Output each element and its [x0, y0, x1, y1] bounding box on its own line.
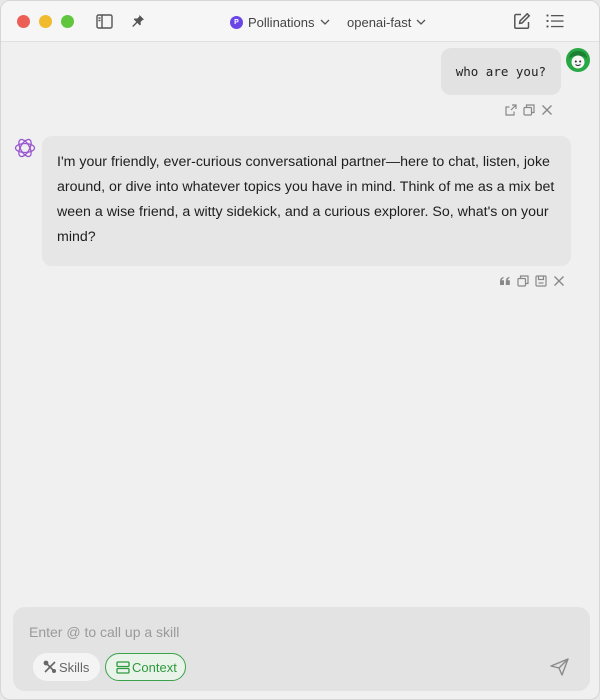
window-close-button[interactable] — [17, 15, 30, 28]
user-avatar — [565, 47, 591, 73]
copy-icon[interactable] — [522, 103, 535, 116]
skills-button[interactable]: Skills — [33, 653, 100, 681]
model-selector[interactable]: openai-fast — [347, 13, 426, 31]
new-chat-edit-icon[interactable] — [513, 12, 531, 30]
assistant-logo-icon — [13, 136, 37, 160]
message-input[interactable] — [29, 621, 549, 643]
composer: Skills Context — [13, 607, 590, 691]
provider-logo-icon: P — [230, 15, 243, 29]
chevron-down-icon — [416, 19, 426, 25]
pin-icon[interactable] — [129, 12, 147, 30]
copy-icon[interactable] — [516, 274, 529, 287]
app-window: P Pollinations openai-fast who are you? … — [0, 0, 600, 700]
close-icon[interactable] — [552, 274, 565, 287]
provider-label: Pollinations — [248, 14, 315, 30]
skills-label: Skills — [59, 659, 90, 675]
user-message-actions — [504, 103, 553, 116]
chevron-down-icon — [320, 19, 330, 25]
context-icon — [116, 660, 130, 674]
assistant-message-bubble: I'm your friendly, ever-curious conversa… — [42, 136, 571, 266]
model-label: openai-fast — [347, 14, 412, 30]
share-icon[interactable] — [504, 103, 517, 116]
quote-icon[interactable] — [498, 274, 511, 287]
list-icon[interactable] — [546, 12, 564, 30]
tools-icon — [43, 660, 57, 674]
user-message-bubble: who are you? — [440, 48, 561, 95]
sidebar-toggle-icon[interactable] — [95, 12, 113, 30]
window-maximize-button[interactable] — [61, 15, 74, 28]
user-message-text: who are you? — [455, 64, 546, 79]
close-icon[interactable] — [540, 103, 553, 116]
chat-area[interactable]: who are you? I'm your friendly, ever-cur… — [1, 42, 599, 602]
assistant-message-actions — [498, 274, 565, 287]
assistant-message-text: I'm your friendly, ever-curious conversa… — [57, 154, 555, 245]
context-button[interactable]: Context — [105, 653, 186, 681]
provider-selector[interactable]: P Pollinations — [230, 13, 330, 31]
save-icon[interactable] — [534, 274, 547, 287]
window-minimize-button[interactable] — [39, 15, 52, 28]
titlebar: P Pollinations openai-fast — [1, 1, 599, 42]
send-icon[interactable] — [549, 657, 569, 677]
context-label: Context — [132, 659, 177, 675]
